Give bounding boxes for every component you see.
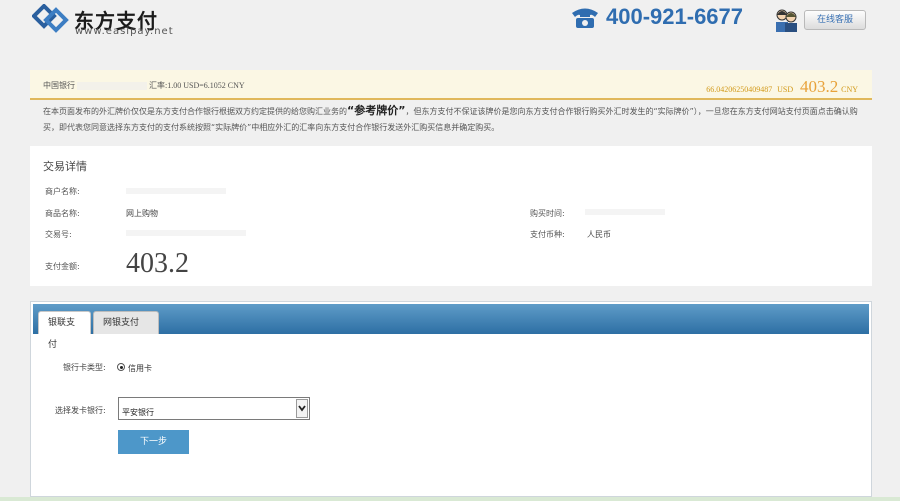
reference-rate-emphasis: “参考牌价”	[347, 104, 406, 117]
bank-select-value: 平安银行	[122, 408, 154, 417]
chevron-down-icon[interactable]	[296, 399, 308, 418]
amount-summary: 66.04206250409487 USD 403.2 CNY	[706, 77, 858, 97]
payment-panel: 银联支付 网银支付 银行卡类型: 信用卡 选择发卡银行: 平安银行 下一步	[30, 301, 872, 497]
telephone-icon	[572, 8, 598, 28]
currency-label: 支付币种:	[530, 230, 565, 239]
tab-online-banking[interactable]: 网银支付	[93, 311, 159, 334]
cny-amount: 403.2	[799, 77, 839, 96]
easipay-logo-icon	[32, 4, 69, 33]
next-step-button[interactable]: 下一步	[118, 430, 189, 454]
usd-amount: 66.04206250409487	[706, 85, 773, 94]
transaction-title: 交易详情	[43, 160, 87, 173]
disclaimer-part1: 在本页面发布的外汇牌价仅仅是东方支付合作银行根据双方约定提供的给您购汇业务的	[43, 107, 347, 116]
trade-no-value-redacted	[126, 230, 246, 236]
product-value: 网上购物	[126, 209, 158, 218]
transaction-details-panel: 交易详情 商户名称: 商品名称: 网上购物 交易号: 购买时间: 支付币种: 人…	[30, 146, 872, 286]
merchant-value-redacted	[126, 188, 226, 194]
usd-label: USD	[777, 85, 794, 94]
credit-card-radio-label[interactable]: 信用卡	[128, 363, 152, 374]
purchase-time-value-redacted	[585, 209, 665, 215]
bank-select[interactable]: 平安银行	[118, 397, 310, 420]
amount-label: 支付金额:	[45, 262, 80, 271]
online-service-button[interactable]: 在线客服	[804, 10, 866, 30]
product-label: 商品名称:	[45, 209, 80, 218]
bottom-strip	[0, 497, 900, 501]
exchange-rate-banner: 中国银行 汇率:1.00 USD=6.1052 CNY 66.042062504…	[30, 70, 872, 100]
card-type-label: 银行卡类型:	[63, 363, 106, 372]
bank-name: 中国银行	[43, 81, 75, 90]
bank-select-label: 选择发卡银行:	[55, 406, 106, 415]
tab-unionpay[interactable]: 银联支付	[38, 311, 91, 350]
exchange-rate-text: 汇率:1.00 USD=6.1052 CNY	[149, 81, 245, 90]
bank-rate-info: 中国银行 汇率:1.00 USD=6.1052 CNY	[43, 80, 245, 91]
trade-no-label: 交易号:	[45, 230, 72, 239]
header: 东方支付 www.easipay.net 400-921-6677 在线客服	[0, 0, 900, 66]
rate-disclaimer: 在本页面发布的外汇牌价仅仅是东方支付合作银行根据双方约定提供的给您购汇业务的“参…	[43, 103, 858, 136]
purchase-time-label: 购买时间:	[530, 209, 565, 218]
currency-value: 人民币	[587, 230, 611, 239]
cny-label: CNY	[841, 85, 858, 94]
customer-service-icon	[776, 9, 797, 32]
amount-value: 403.2	[126, 248, 189, 279]
redacted-text	[77, 82, 147, 91]
brand-url: www.easipay.net	[75, 26, 174, 37]
merchant-label: 商户名称:	[45, 187, 80, 196]
brand-logo[interactable]: 东方支付 www.easipay.net	[32, 4, 174, 37]
payment-tab-bar: 银联支付 网银支付	[33, 304, 869, 350]
hotline-number: 400-921-6677	[606, 4, 744, 29]
credit-card-radio[interactable]	[117, 363, 125, 371]
